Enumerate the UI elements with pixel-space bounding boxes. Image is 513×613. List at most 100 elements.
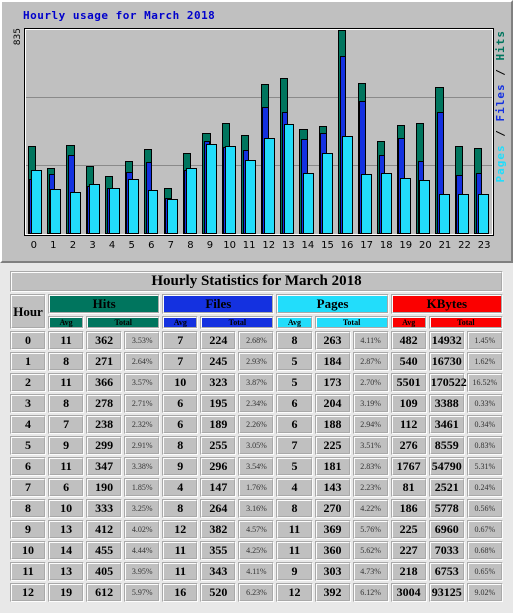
x-axis-tick: 14 — [301, 240, 315, 251]
x-axis-tick: 12 — [262, 240, 276, 251]
cell-pages-avg: 5 — [276, 457, 313, 476]
cell-hits-avg: 11 — [48, 457, 85, 476]
cell-hour: 10 — [10, 541, 47, 560]
cell-files-total: 296 — [200, 457, 237, 476]
cell-files-total: 195 — [200, 394, 237, 413]
x-axis-tick: 5 — [128, 240, 135, 251]
chart-bar-pages — [477, 193, 489, 234]
cell-kb-avg: 112 — [390, 415, 427, 434]
chart-bar-group — [376, 30, 395, 234]
cell-hits-pct: 2.64% — [124, 352, 161, 371]
cell-files-total: 189 — [200, 415, 237, 434]
subheader-kbytes-total: Total — [428, 316, 503, 329]
cell-hour: 0 — [10, 331, 47, 350]
chart-bar-pages — [205, 143, 217, 234]
subheader-hits-total: Total — [86, 316, 161, 329]
cell-kb-total: 16730 — [428, 352, 465, 371]
cell-kb-total: 170522 — [428, 373, 467, 392]
x-axis-tick: 17 — [360, 240, 373, 251]
cell-files-pct: 3.87% — [238, 373, 275, 392]
cell-hits-pct: 3.53% — [124, 331, 161, 350]
chart-bar-pages — [89, 184, 101, 234]
chart-bar-pages — [438, 193, 450, 234]
chart-bar-group — [414, 30, 433, 234]
cell-hits-avg: 13 — [48, 520, 85, 539]
cell-pages-pct: 5.62% — [352, 541, 389, 560]
y-axis-label-segment: Pages — [494, 144, 507, 183]
x-axis-tick: 15 — [321, 240, 334, 251]
x-axis-tick: 20 — [418, 240, 432, 251]
cell-hour: 2 — [10, 373, 47, 392]
table-group-header-row: Hour Hits Files Pages KBytes — [10, 294, 503, 329]
y-axis-label-segment: Hits — [494, 30, 507, 61]
cell-pages-avg: 5 — [276, 352, 313, 371]
cell-hits-total: 412 — [86, 520, 123, 539]
cell-hits-pct: 2.91% — [124, 436, 161, 455]
cell-pages-avg: 8 — [276, 331, 313, 350]
table-row: 9 13 412 4.02% 12 382 4.57% 11 369 5.76% 225 6960 0.… — [10, 520, 503, 539]
cell-pages-total: 392 — [314, 583, 351, 602]
cell-files-pct: 4.57% — [238, 520, 275, 539]
cell-kb-total: 7033 — [428, 541, 465, 560]
cell-hits-pct: 4.02% — [124, 520, 161, 539]
cell-kb-pct: 0.68% — [466, 541, 503, 560]
cell-files-pct: 2.68% — [238, 331, 275, 350]
chart-bar-group — [201, 30, 220, 234]
cell-hits-total: 362 — [86, 331, 123, 350]
chart-bar-pages — [458, 193, 470, 234]
cell-files-pct: 4.11% — [238, 562, 275, 581]
cell-hour: 11 — [10, 562, 47, 581]
chart-bar-pages — [341, 136, 353, 234]
cell-files-pct: 2.93% — [238, 352, 275, 371]
cell-hits-total: 278 — [86, 394, 123, 413]
x-axis-tick: 1 — [50, 240, 57, 251]
cell-files-pct: 1.76% — [238, 478, 275, 497]
chart-bar-pages — [361, 174, 373, 234]
chart-bar-pages — [147, 189, 159, 234]
cell-files-total: 224 — [200, 331, 237, 350]
cell-pages-avg: 11 — [276, 520, 313, 539]
chart-bar-group — [65, 30, 84, 234]
table-row: 2 11 366 3.57% 10 323 3.87% 5 173 2.70% 5501 170522… — [10, 373, 503, 392]
cell-files-avg: 4 — [162, 478, 199, 497]
x-axis-tick: 23 — [477, 240, 491, 251]
cell-pages-pct: 6.12% — [352, 583, 389, 602]
cell-kb-avg: 3004 — [390, 583, 427, 602]
chart-bar-group — [337, 30, 356, 234]
cell-files-pct: 6.23% — [238, 583, 275, 602]
chart-bar-group — [278, 30, 297, 234]
x-axis-tick: 3 — [89, 240, 96, 251]
chart-y-max-label: 835 — [13, 28, 23, 46]
chart-bar-group — [298, 30, 317, 234]
cell-hits-total: 190 — [86, 478, 123, 497]
cell-pages-pct: 4.11% — [352, 331, 389, 350]
cell-kb-pct: 16.52% — [466, 373, 503, 392]
chart-bar-pages — [244, 159, 256, 234]
cell-files-pct: 2.26% — [238, 415, 275, 434]
x-axis-tick: 16 — [340, 240, 354, 251]
cell-pages-pct: 3.19% — [352, 394, 389, 413]
cell-pages-avg: 9 — [276, 562, 313, 581]
table-row: 6 11 347 3.38% 9 296 3.54% 5 181 2.83% 1767 54790 5.… — [10, 457, 503, 476]
cell-kb-total: 54790 — [428, 457, 465, 476]
chart-bar-pages — [186, 168, 198, 234]
cell-kb-total: 14932 — [428, 331, 465, 350]
cell-pages-pct: 4.22% — [352, 499, 389, 518]
chart-bar-group — [84, 30, 103, 234]
cell-hour: 5 — [10, 436, 47, 455]
cell-hits-avg: 19 — [48, 583, 85, 602]
x-axis-tick: 13 — [281, 240, 295, 251]
cell-kb-pct: 0.83% — [466, 436, 503, 455]
table-row: 3 8 278 2.71% 6 195 2.34% 6 204 3.19% 109 3388 0.33% — [10, 394, 503, 413]
cell-pages-total: 184 — [314, 352, 351, 371]
cell-kb-total: 2521 — [428, 478, 465, 497]
chart-bar-pages — [69, 191, 81, 234]
cell-files-avg: 11 — [162, 541, 199, 560]
chart-bar-group — [240, 30, 259, 234]
chart-bar-pages — [322, 153, 334, 234]
cell-hits-pct: 3.57% — [124, 373, 161, 392]
cell-hour: 9 — [10, 520, 47, 539]
chart-bar-pages — [264, 138, 275, 234]
subheader-hits-avg: Avg — [48, 316, 85, 329]
cell-pages-avg: 7 — [276, 436, 313, 455]
